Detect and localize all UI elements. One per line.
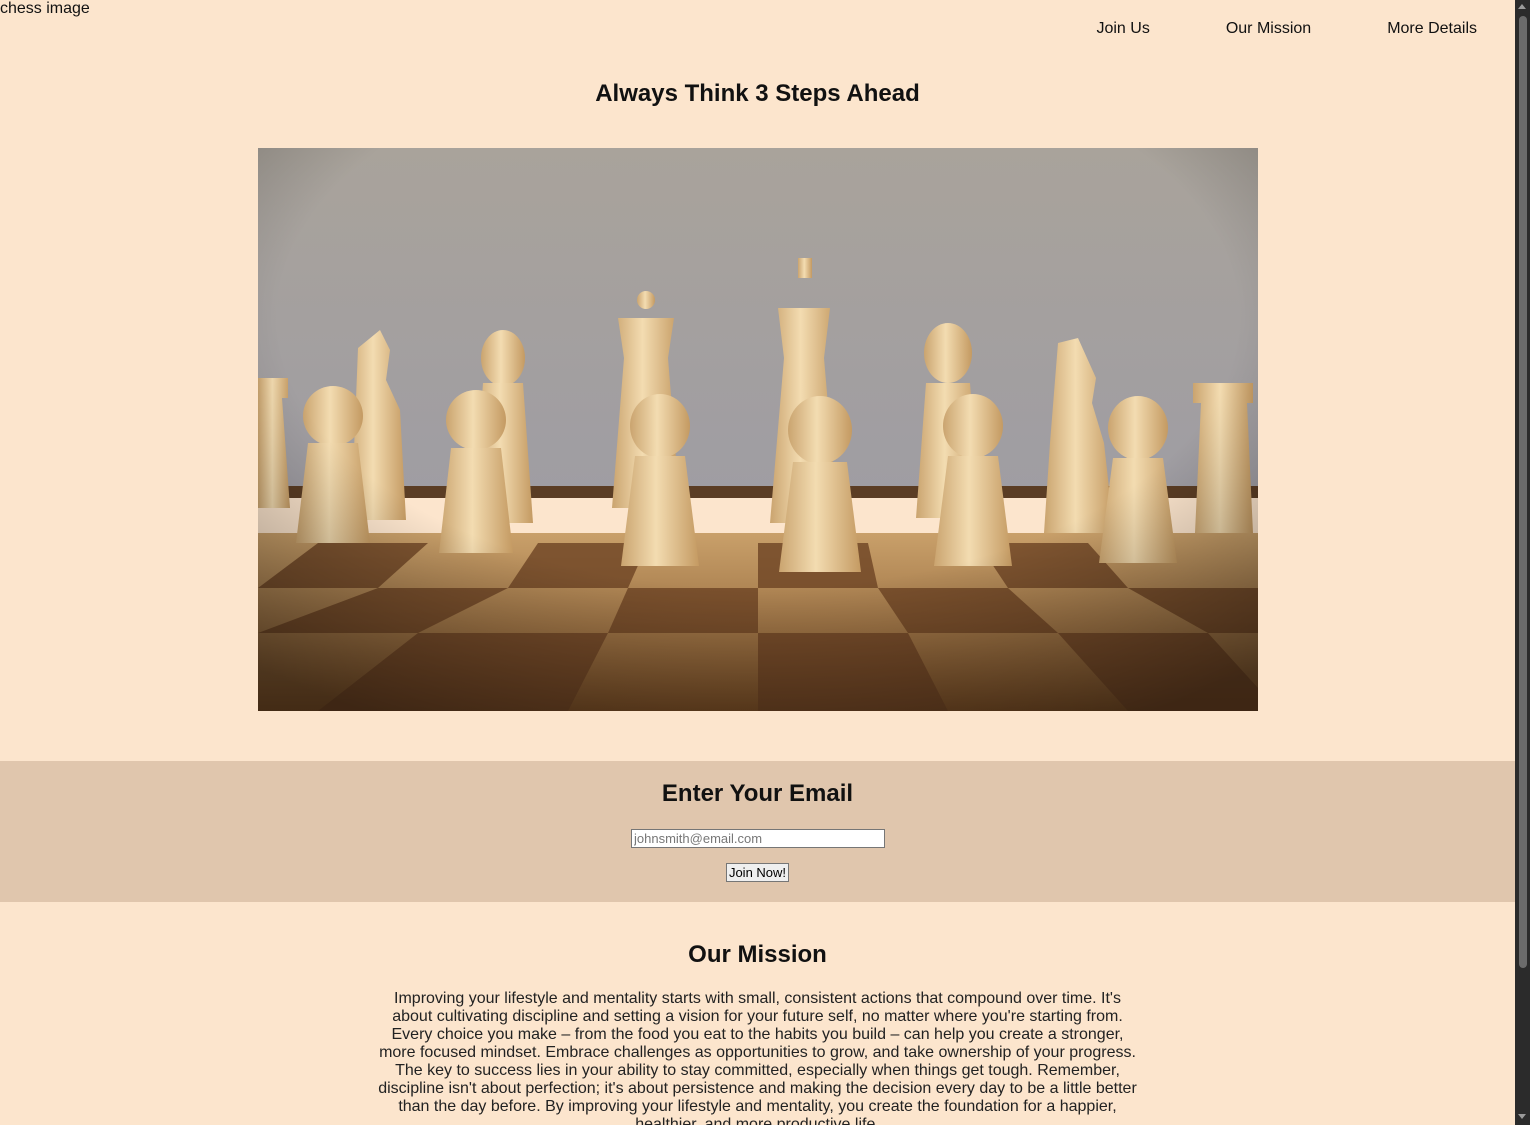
chess-photo: [258, 148, 1258, 711]
nav-link-join-us[interactable]: Join Us: [1096, 18, 1149, 40]
email-section-title: Enter Your Email: [661, 780, 854, 807]
scroll-up-arrow-icon[interactable]: [1518, 4, 1526, 9]
mission-text: Improving your lifestyle and mentality s…: [378, 990, 1137, 1125]
logo-image: chess image: [0, 0, 90, 18]
hero-title: Always Think 3 Steps Ahead: [595, 80, 920, 107]
join-now-button[interactable]: Join Now!: [726, 863, 789, 882]
chess-board-photo-icon: [258, 148, 1258, 711]
top-nav: Join Us Our Mission More Details: [1020, 18, 1477, 40]
logo-alt-text: chess image: [0, 0, 90, 17]
email-field[interactable]: [631, 829, 885, 848]
scroll-down-arrow-icon[interactable]: [1518, 1114, 1526, 1119]
scrollbar-thumb[interactable]: [1519, 16, 1527, 968]
page: chess image Join Us Our Mission More Det…: [0, 0, 1515, 1125]
nav-link-our-mission[interactable]: Our Mission: [1226, 18, 1311, 40]
mission-title: Our Mission: [688, 941, 827, 968]
nav-link-more-details[interactable]: More Details: [1387, 18, 1477, 40]
